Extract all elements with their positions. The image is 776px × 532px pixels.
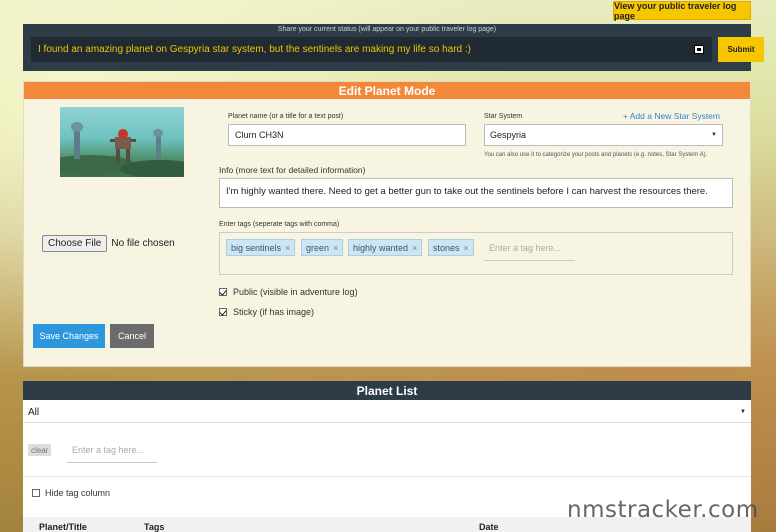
tag-remove-icon[interactable]: × — [464, 243, 469, 253]
star-system-value: Gespyria — [490, 130, 527, 140]
status-caption: Share your current status (will appear o… — [277, 26, 497, 33]
column-header-title[interactable]: Planet/Title — [39, 522, 87, 532]
divider — [23, 476, 751, 477]
star-system-label: Star System — [484, 113, 523, 120]
list-tag-input[interactable]: Enter a tag here... — [67, 441, 157, 463]
tag-label: green — [306, 242, 330, 253]
file-upload-row: Choose File No file chosen — [42, 235, 175, 252]
emoji-picker-icon[interactable] — [694, 45, 704, 54]
view-public-log-button[interactable]: View your public traveler log page — [613, 1, 751, 21]
chevron-down-icon: ▼ — [711, 132, 717, 138]
planet-image — [60, 107, 184, 177]
save-changes-button[interactable]: Save Changes — [33, 324, 105, 348]
edit-planet-panel: Edit Planet Mode Choose File No file cho… — [23, 81, 751, 367]
tag-chip: stones × — [428, 239, 474, 256]
hide-tag-checkbox[interactable] — [32, 489, 40, 497]
clear-button[interactable]: clear — [28, 444, 52, 456]
edit-panel-title: Edit Planet Mode — [24, 82, 750, 99]
planet-name-label: Planet name (or a title for a text post) — [228, 113, 344, 120]
submit-status-button[interactable]: Submit — [718, 37, 764, 62]
tag-chip: highly wanted × — [348, 239, 423, 256]
tag-label: stones — [433, 242, 460, 253]
tag-input[interactable]: Enter a tag here... — [484, 239, 575, 261]
chevron-down-icon: ▼ — [740, 409, 746, 415]
planet-name-input[interactable]: Clurn CH3N — [228, 124, 466, 146]
tag-remove-icon[interactable]: × — [412, 243, 417, 253]
tag-remove-icon[interactable]: × — [333, 243, 338, 253]
add-star-system-link[interactable]: + Add a New Star System — [623, 111, 720, 121]
sticky-label: Sticky (if has image) — [233, 307, 315, 317]
tag-label: big sentinels — [231, 242, 282, 253]
planet-name-value: Clurn CH3N — [235, 130, 284, 140]
tag-remove-icon[interactable]: × — [285, 243, 290, 253]
hide-tag-label: Hide tag column — [45, 488, 111, 498]
hide-tag-option: Hide tag column — [32, 488, 110, 498]
cancel-button[interactable]: Cancel — [110, 324, 154, 348]
public-option: Public (visible in adventure log) — [219, 287, 358, 297]
site-watermark: nmstracker.com — [567, 497, 759, 523]
tag-chip: big sentinels × — [226, 239, 296, 256]
status-input[interactable]: I found an amazing planet on Gespyria st… — [31, 37, 712, 62]
filter-value: All — [28, 406, 40, 418]
info-textarea[interactable]: I'm highly wanted there. Need to get a b… — [219, 178, 733, 208]
info-value: I'm highly wanted there. Need to get a b… — [226, 186, 708, 197]
filter-select[interactable]: All ▼ — [23, 402, 751, 423]
sticky-checkbox[interactable] — [219, 308, 227, 316]
sticky-option: Sticky (if has image) — [219, 307, 314, 317]
public-checkbox[interactable] — [219, 288, 227, 296]
tag-editor[interactable]: big sentinels × green × highly wanted × sto… — [219, 232, 733, 275]
info-label: Info (more text for detailed information… — [219, 165, 366, 175]
star-system-select[interactable]: Gespyria ▼ — [484, 124, 723, 146]
tags-label: Enter tags (seperate tags with comma) — [219, 221, 340, 228]
status-text: I found an amazing planet on Gespyria st… — [38, 44, 471, 55]
tag-label: highly wanted — [353, 242, 409, 253]
choose-file-button[interactable]: Choose File — [42, 235, 108, 252]
star-system-help: You can also use it to categorize your p… — [484, 152, 708, 158]
planet-list-title: Planet List — [23, 381, 751, 400]
status-panel: Share your current status (will appear o… — [23, 24, 764, 71]
column-header-tags[interactable]: Tags — [144, 522, 164, 532]
file-status-text: No file chosen — [111, 238, 175, 249]
column-header-date[interactable]: Date — [479, 522, 499, 532]
public-label: Public (visible in adventure log) — [233, 287, 358, 297]
tag-chip: green × — [301, 239, 344, 256]
